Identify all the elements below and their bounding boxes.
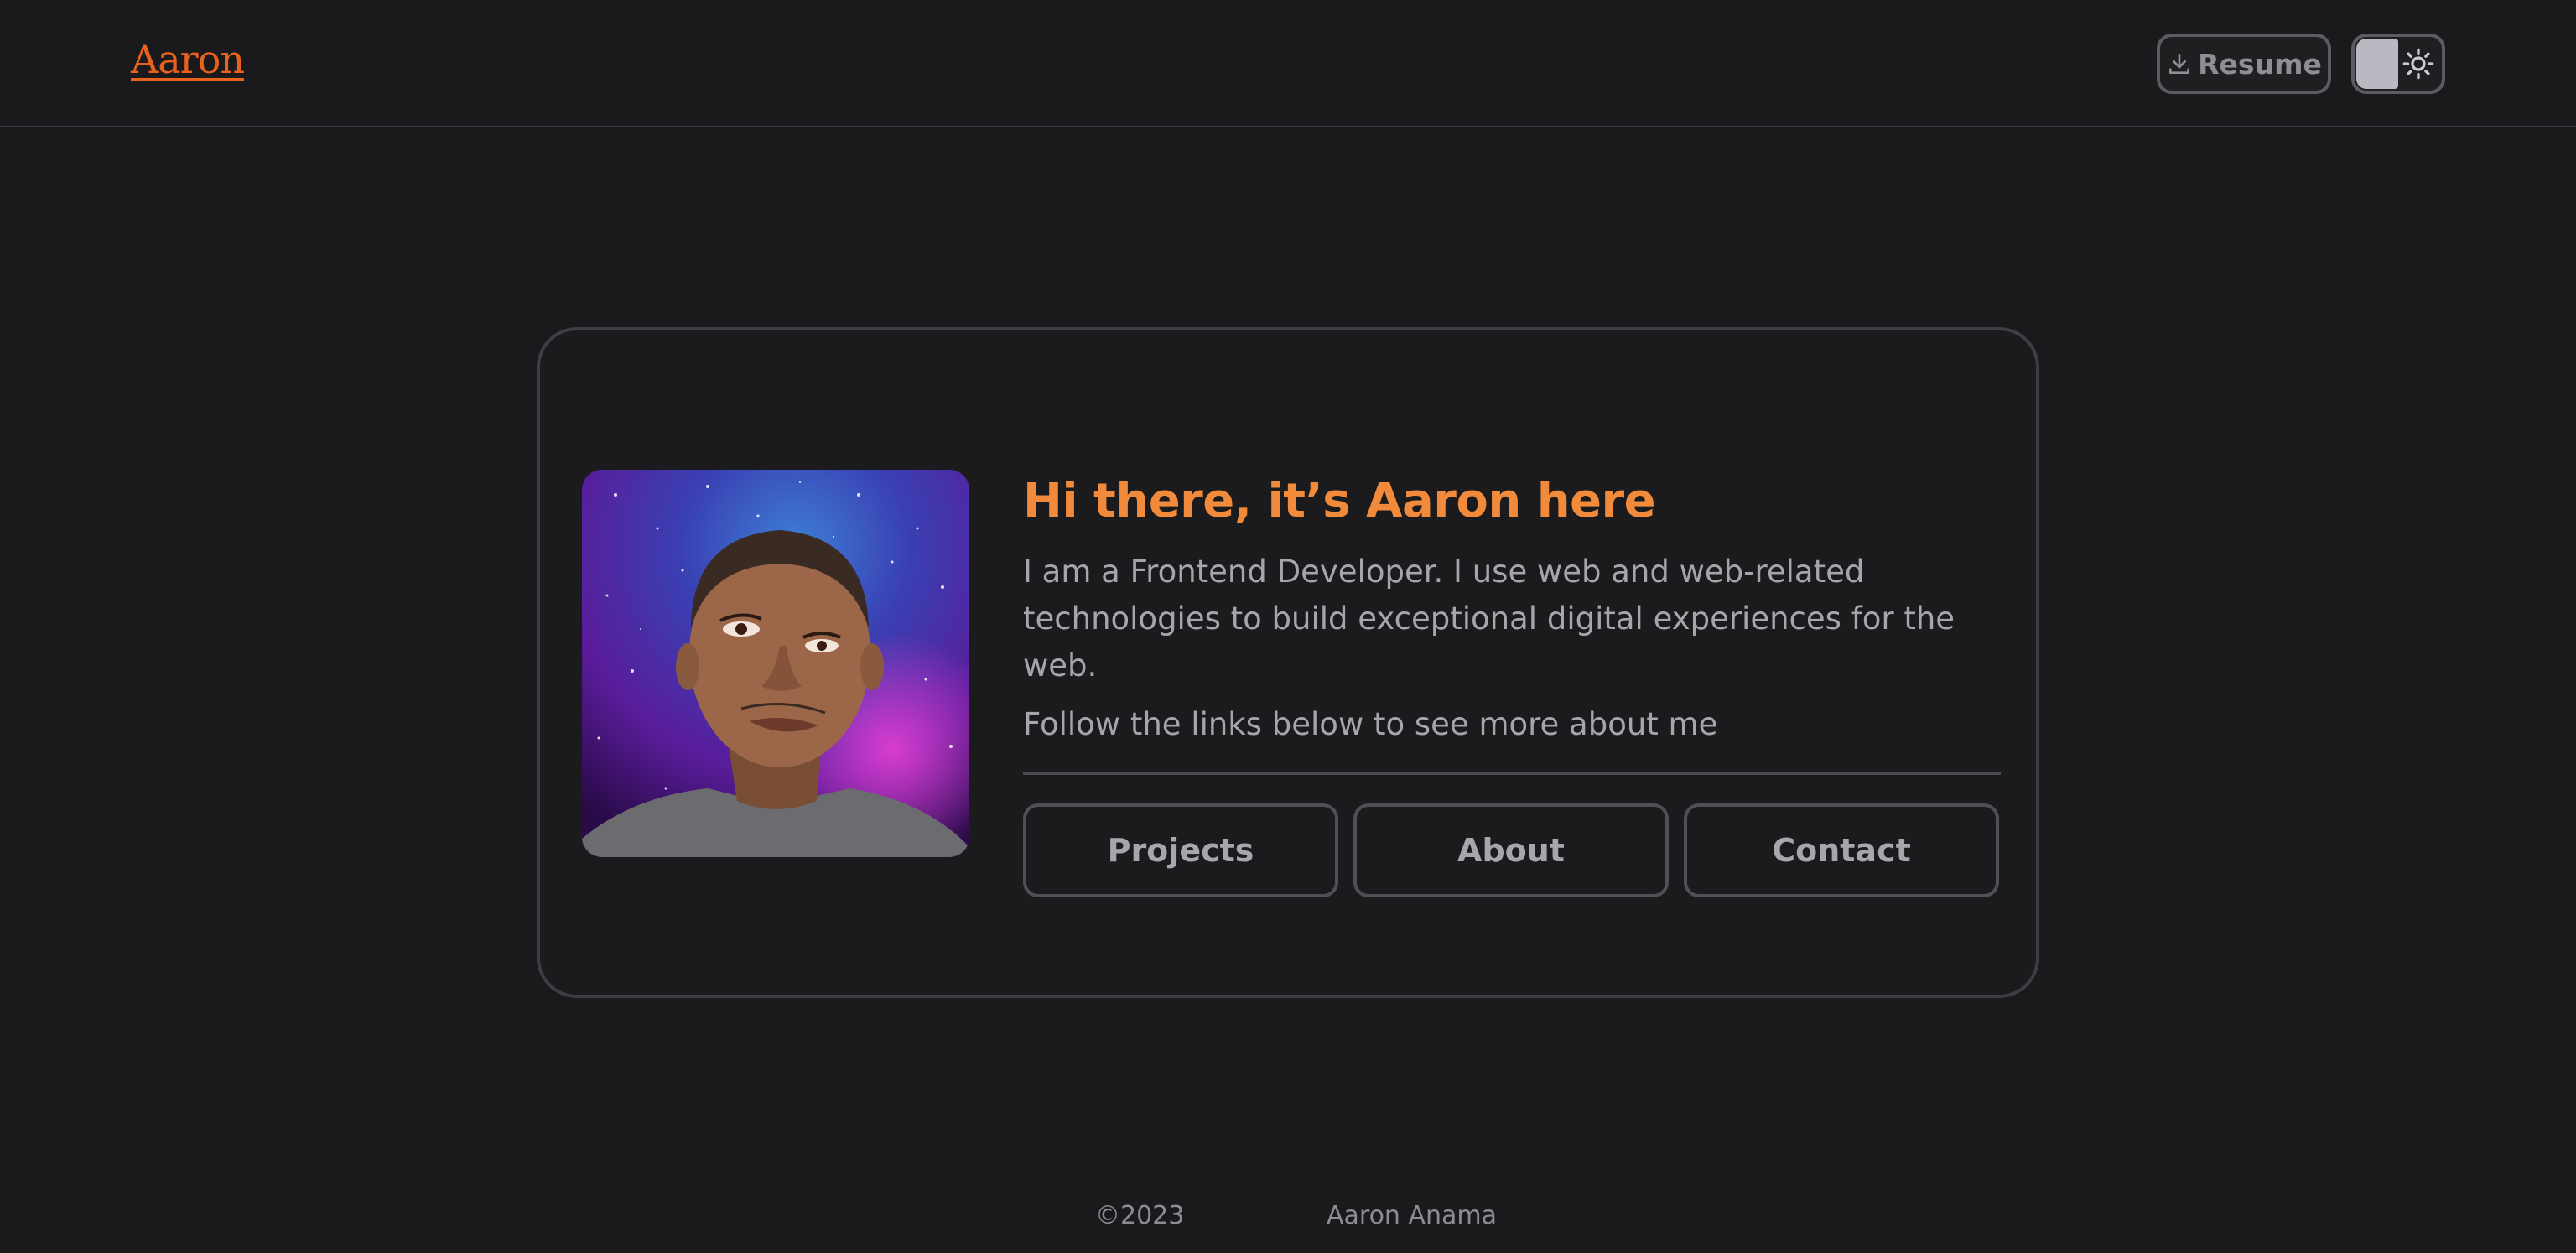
footer-author: Aaron Anama [1327, 1201, 1498, 1230]
intro-card: Hi there, it’s Aaron here I am a Fronten… [537, 327, 2039, 998]
download-icon [2169, 53, 2190, 74]
avatar [582, 470, 969, 857]
theme-toggle[interactable] [2351, 34, 2445, 94]
divider [1023, 772, 2001, 775]
sun-icon [2402, 48, 2434, 80]
greeting-heading: Hi there, it’s Aaron here [1023, 474, 1656, 528]
avatar-illustration [582, 470, 969, 857]
resume-label: Resume [2198, 47, 2322, 81]
section-links: Projects About Contact [1023, 803, 2001, 897]
about-button[interactable]: About [1353, 803, 1669, 897]
contact-button[interactable]: Contact [1684, 803, 1999, 897]
intro-content: Hi there, it’s Aaron here I am a Fronten… [1023, 470, 2001, 897]
site-header: Aaron Resume [0, 0, 2576, 127]
follow-text: Follow the links below to see more about… [1023, 706, 1718, 742]
site-logo[interactable]: Aaron [131, 37, 245, 82]
resume-download-button[interactable]: Resume [2157, 34, 2331, 94]
intro-text: I am a Frontend Developer. I use web and… [1023, 554, 1955, 684]
footer-copyright: ©2023 [1095, 1201, 1185, 1230]
projects-button[interactable]: Projects [1023, 803, 1338, 897]
toggle-knob [2356, 39, 2398, 89]
